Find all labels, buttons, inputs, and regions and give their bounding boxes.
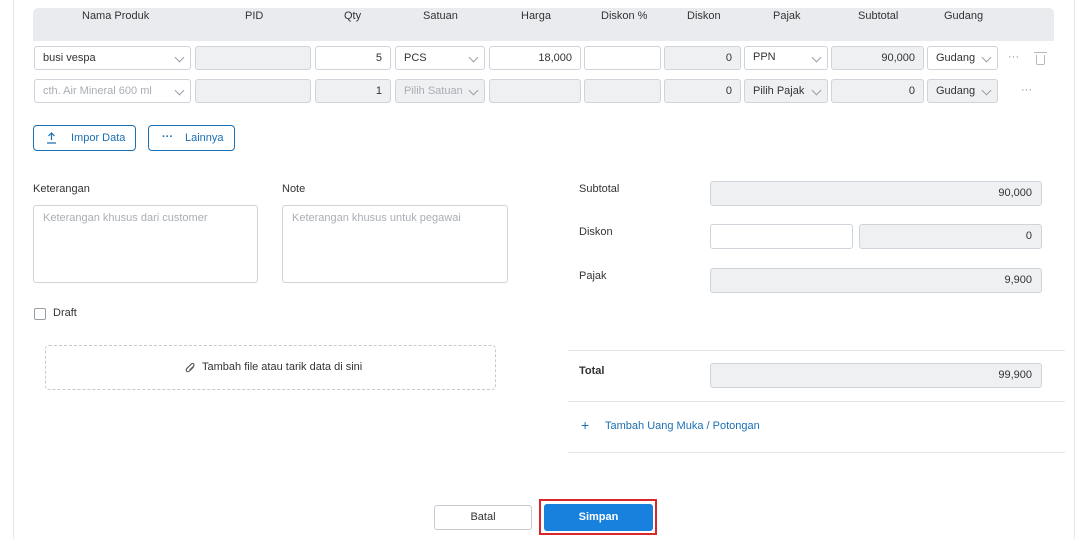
pid-field-empty: [195, 79, 311, 103]
tax-placeholder: Pilih Pajak: [753, 85, 805, 97]
warehouse-value-empty: Gudang: [936, 85, 976, 97]
tax-label: Pajak: [579, 270, 607, 282]
dropzone-text: Tambah file atau tarik data di sini: [202, 361, 363, 373]
tax-select-empty: Pilih Pajak: [744, 79, 828, 103]
qty-input[interactable]: 5: [315, 46, 391, 70]
chevron-down-icon: [811, 52, 822, 63]
summary-tax-field: 9,900: [710, 268, 1042, 293]
draft-checkbox[interactable]: [34, 308, 46, 320]
chevron-down-icon: [981, 85, 992, 96]
discount-field: 0: [664, 46, 741, 70]
dots-icon: ···: [162, 131, 173, 143]
col-header-tax: Pajak: [773, 10, 801, 22]
chevron-down-icon: [468, 85, 479, 96]
product-select[interactable]: busi vespa: [34, 46, 191, 70]
col-header-pid: PID: [245, 10, 264, 22]
warehouse-value: Gudang: [936, 52, 976, 64]
tax-value: PPN: [753, 51, 776, 63]
more-actions-button[interactable]: ··· Lainnya: [148, 125, 235, 151]
keterangan-label: Keterangan: [33, 183, 90, 195]
price-input[interactable]: 18,000: [489, 46, 581, 70]
keterangan-textarea[interactable]: Keterangan khusus dari customer: [33, 205, 258, 283]
col-header-price: Harga: [521, 10, 551, 22]
import-button[interactable]: Impor Data: [33, 125, 136, 151]
draft-label: Draft: [53, 307, 77, 319]
chevron-down-icon: [981, 52, 992, 63]
chevron-down-icon: [174, 85, 185, 96]
col-header-qty: Qty: [344, 10, 362, 22]
summary-subtotal-field: 90,000: [710, 181, 1042, 206]
col-header-warehouse: Gudang: [944, 10, 984, 22]
unit-select[interactable]: PCS: [395, 46, 485, 70]
product-value: busi vespa: [43, 52, 96, 64]
row-more-icon[interactable]: ···: [1008, 51, 1019, 63]
trash-icon[interactable]: [1034, 52, 1047, 65]
row-more-icon[interactable]: ···: [1021, 84, 1032, 96]
note-textarea[interactable]: Keterangan khusus untuk pegawai: [282, 205, 508, 283]
warehouse-select-empty: Gudang: [927, 79, 998, 103]
col-header-product: Nama Produk: [82, 10, 150, 22]
import-label: Impor Data: [71, 132, 126, 144]
note-placeholder: Keterangan khusus untuk pegawai: [292, 212, 461, 224]
unit-value: PCS: [404, 52, 427, 64]
plus-icon: +: [581, 417, 590, 433]
col-header-disc: Diskon: [687, 10, 721, 22]
product-select-empty[interactable]: cth. Air Mineral 600 ml: [34, 79, 191, 103]
chevron-down-icon: [811, 85, 822, 96]
warehouse-select[interactable]: Gudang: [927, 46, 998, 70]
pid-field[interactable]: [195, 46, 311, 70]
price-input-empty: [489, 79, 581, 103]
discount-pct-input-empty: [584, 79, 661, 103]
discount-pct-input[interactable]: [584, 46, 661, 70]
unit-select-empty: Pilih Satuan: [395, 79, 485, 103]
chevron-down-icon: [174, 52, 185, 63]
paperclip-icon: [185, 362, 195, 373]
cancel-button[interactable]: Batal: [434, 505, 532, 530]
save-button[interactable]: Simpan: [544, 504, 653, 531]
summary-divider: [568, 452, 1065, 453]
summary-divider: [568, 401, 1065, 402]
summary-discount-field: 0: [859, 224, 1042, 249]
unit-placeholder: Pilih Satuan: [404, 85, 463, 97]
keterangan-placeholder: Keterangan khusus dari customer: [43, 212, 208, 224]
tax-select[interactable]: PPN: [744, 46, 828, 70]
chevron-down-icon: [468, 52, 479, 63]
more-actions-label: Lainnya: [185, 132, 224, 144]
summary-discount-input[interactable]: [710, 224, 853, 249]
total-label: Total: [579, 365, 605, 377]
upload-icon: [47, 132, 56, 144]
discount-field-empty: 0: [664, 79, 741, 103]
summary-divider: [568, 350, 1065, 351]
file-dropzone[interactable]: Tambah file atau tarik data di sini: [45, 345, 496, 390]
subtotal-field-empty: 0: [831, 79, 924, 103]
subtotal-label: Subtotal: [579, 183, 620, 195]
summary-total-field: 99,900: [710, 363, 1042, 388]
add-down-payment-label: Tambah Uang Muka / Potongan: [605, 420, 760, 432]
col-header-disc-pct: Diskon %: [601, 10, 648, 22]
col-header-subtotal: Subtotal: [858, 10, 899, 22]
discount-label: Diskon: [579, 226, 613, 238]
note-label: Note: [282, 183, 306, 195]
product-placeholder: cth. Air Mineral 600 ml: [43, 85, 152, 97]
col-header-unit: Satuan: [423, 10, 458, 22]
subtotal-field: 90,000: [831, 46, 924, 70]
qty-input-empty: 1: [315, 79, 391, 103]
